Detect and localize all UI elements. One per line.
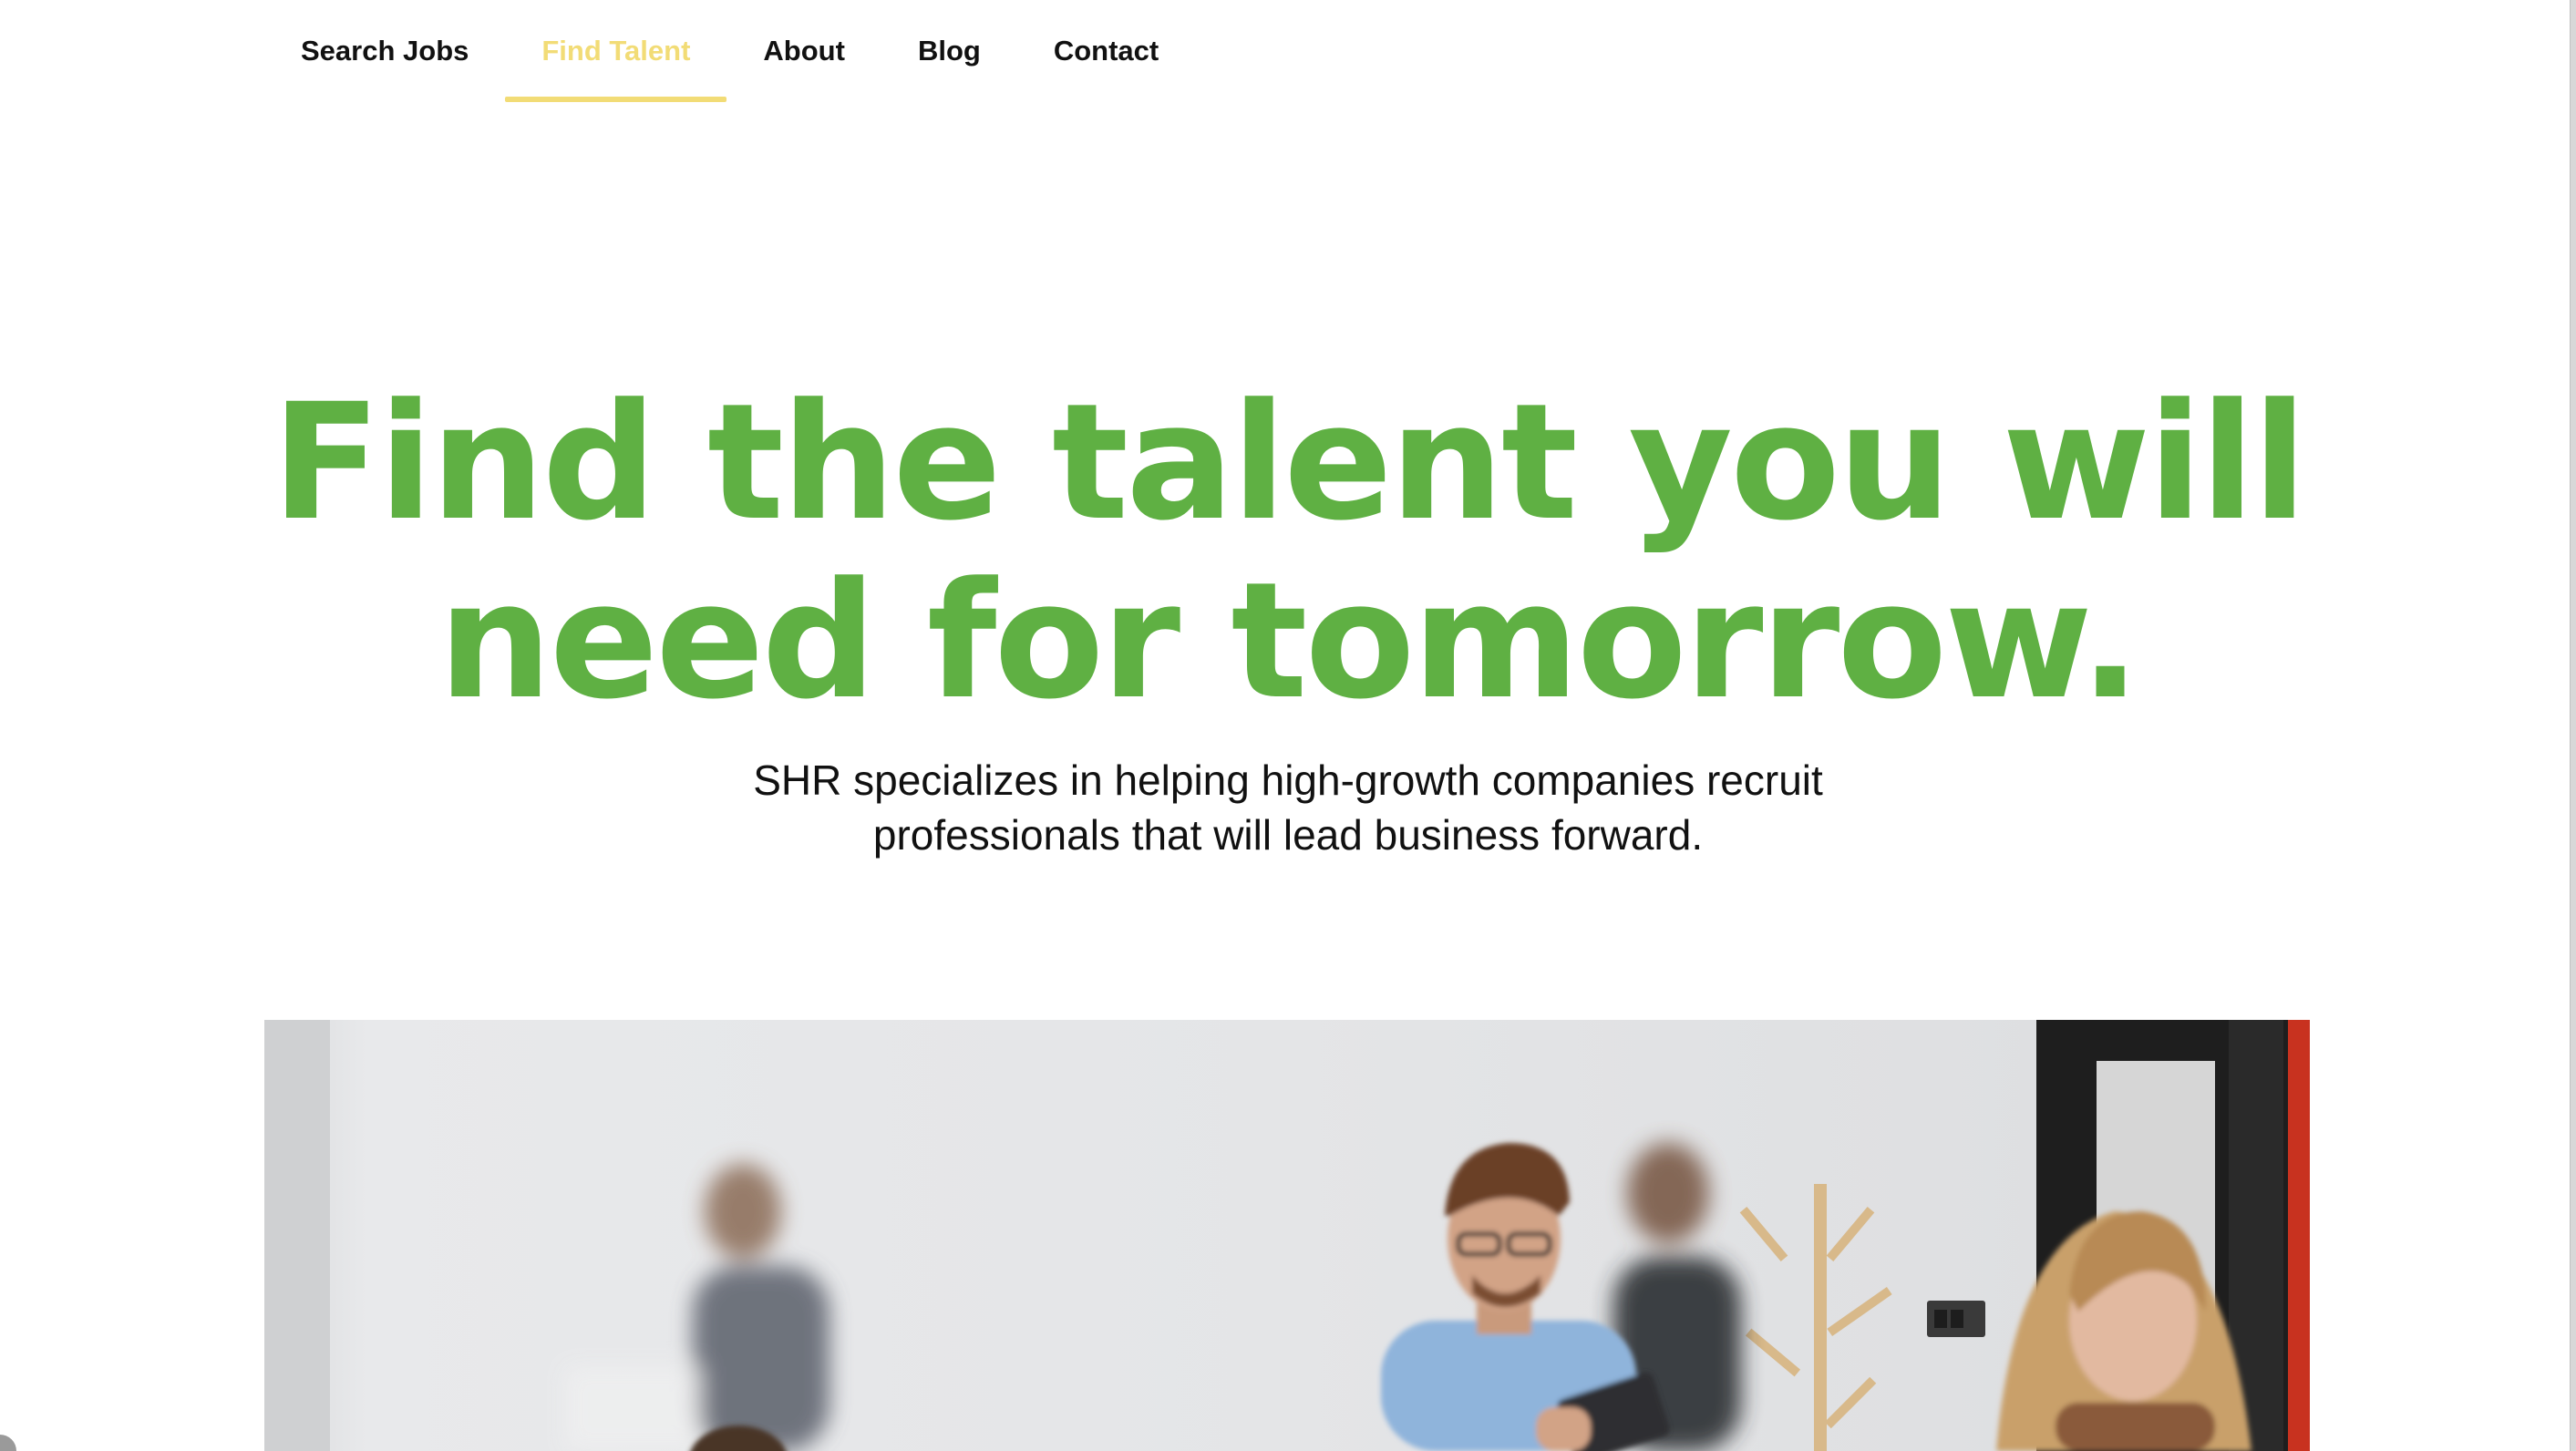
- page: Search Jobs Find Talent About Blog Conta…: [0, 0, 2576, 1451]
- office-team-photo: [264, 1020, 2310, 1451]
- main-navigation: Search Jobs Find Talent About Blog Conta…: [264, 0, 1195, 102]
- nav-blog[interactable]: Blog: [881, 0, 1017, 102]
- hero-title-line-1: Find the talent you will: [271, 369, 2307, 556]
- nav-contact[interactable]: Contact: [1017, 0, 1195, 102]
- window-frame-edge: [2570, 0, 2576, 1451]
- hero-subtitle-line-2: professionals that will lead business fo…: [872, 811, 1704, 859]
- nav-about[interactable]: About: [726, 0, 881, 102]
- hero-subtitle-line-1: SHR specializes in helping high-growth c…: [753, 756, 1823, 804]
- window-frame-corner: [0, 1435, 16, 1451]
- hero-title-line-2: need for tomorrow.: [438, 548, 2141, 735]
- hero-title: Find the talent you will need for tomorr…: [0, 374, 2576, 731]
- hero-subtitle: SHR specializes in helping high-growth c…: [638, 753, 1938, 862]
- nav-search-jobs[interactable]: Search Jobs: [264, 0, 505, 102]
- nav-find-talent[interactable]: Find Talent: [505, 0, 727, 102]
